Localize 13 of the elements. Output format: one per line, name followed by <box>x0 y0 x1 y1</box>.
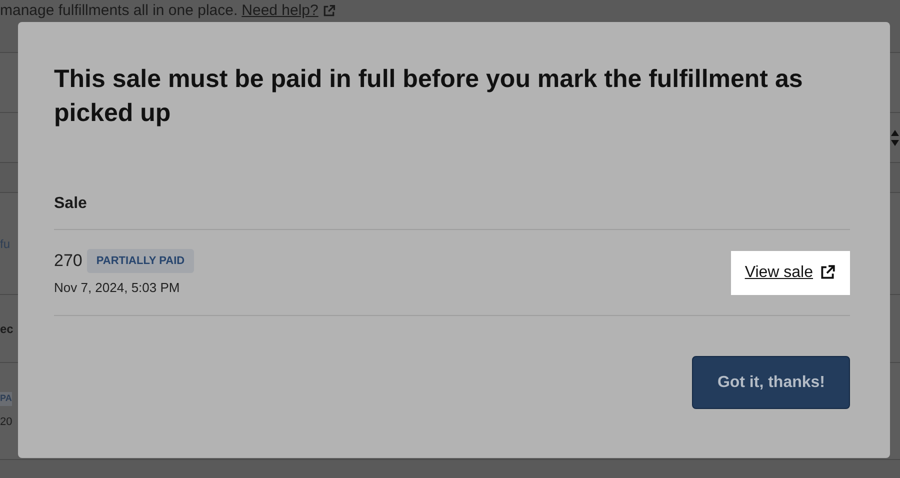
external-link-icon <box>819 264 836 281</box>
external-link-icon <box>322 4 336 18</box>
background-text: 20 <box>0 414 14 430</box>
sale-number: 270 <box>54 250 82 272</box>
dialog-title: This sale must be paid in full before you mark the fulfillment as picked up <box>54 64 804 129</box>
confirm-button[interactable]: Got it, thanks! <box>692 356 850 409</box>
intro-text: manage fulfillments all in one place. <box>0 0 238 21</box>
background-text: ec <box>0 320 14 338</box>
sale-date: Nov 7, 2024, 5:03 PM <box>54 278 181 296</box>
column-header: Sale <box>54 195 87 212</box>
status-badge: PARTIALLY PAID <box>87 248 194 273</box>
view-sale-link[interactable]: View sale <box>730 250 850 294</box>
background-text: PA <box>0 392 12 406</box>
